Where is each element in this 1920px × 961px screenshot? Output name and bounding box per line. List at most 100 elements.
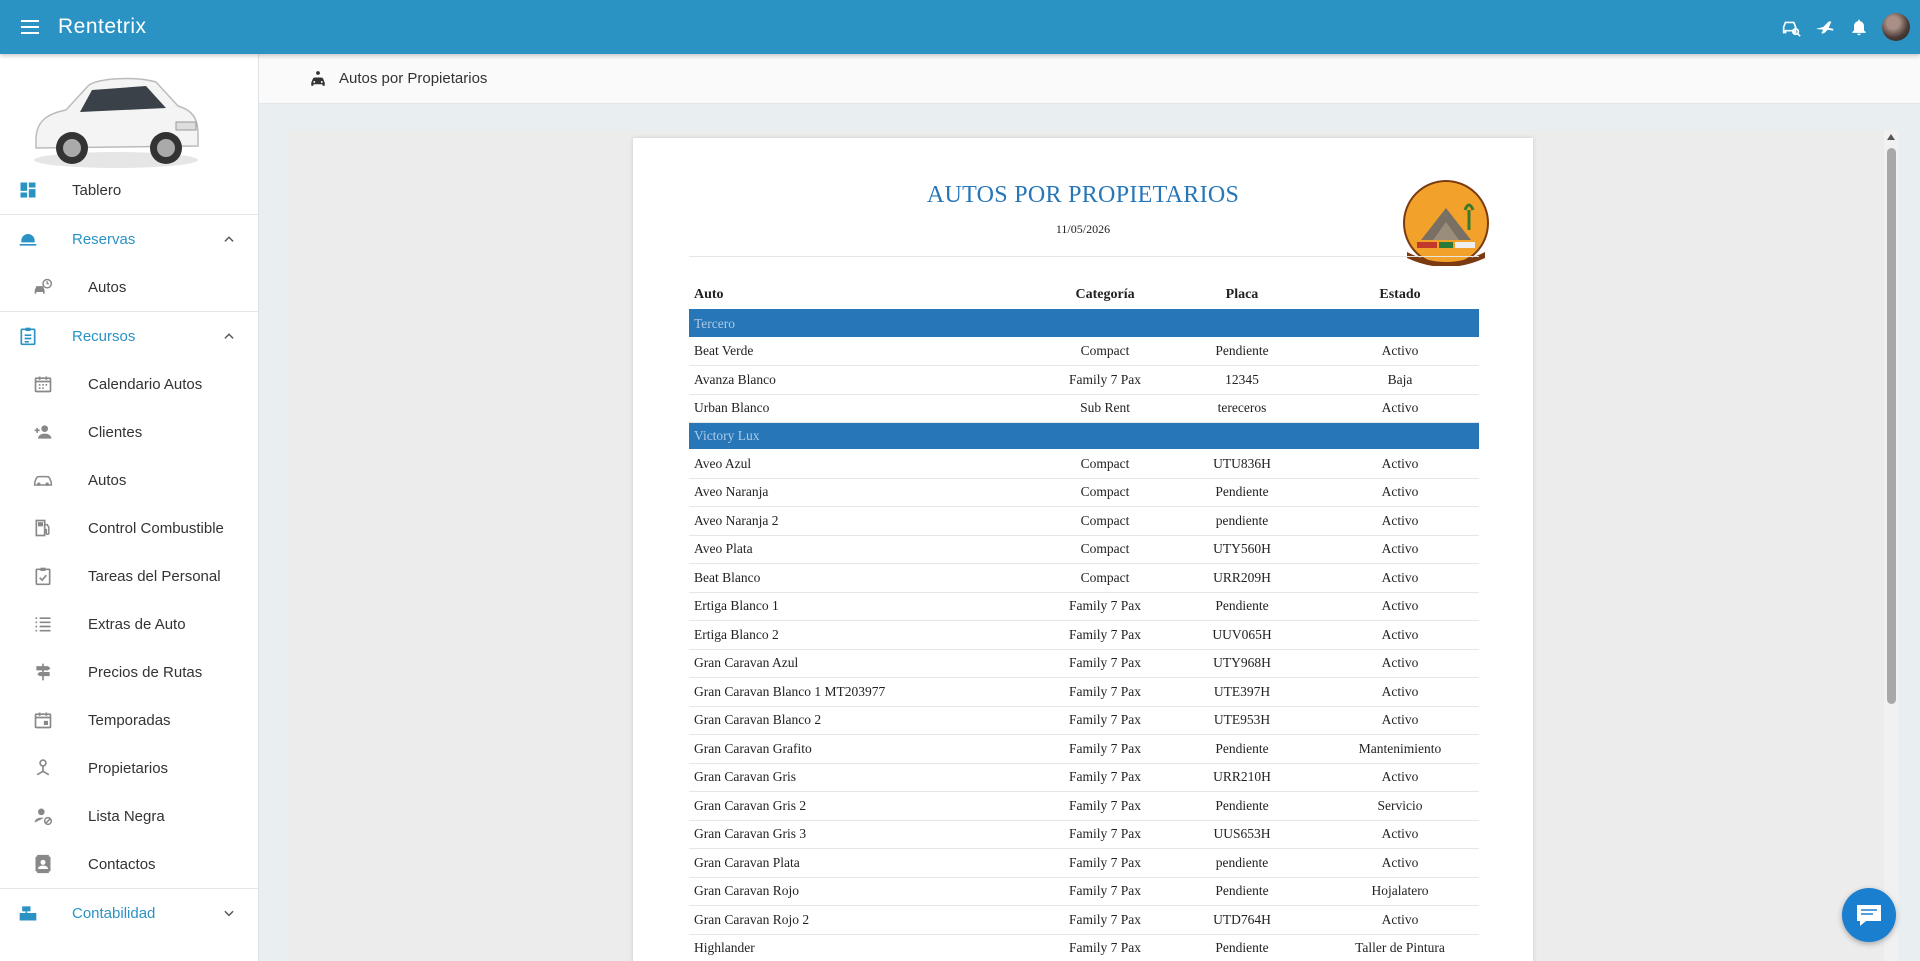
cell-placa: UTE953H xyxy=(1162,706,1321,735)
table-row: Beat Verde Compact Pendiente Activo xyxy=(689,337,1479,366)
sidebar-item-contactos[interactable]: Contactos xyxy=(0,840,258,888)
scroll-up-arrow[interactable] xyxy=(1887,134,1895,140)
cell-auto: Gran Caravan Plata xyxy=(689,848,1048,878)
calendar-event-icon xyxy=(34,712,52,729)
page-title: Autos por Propietarios xyxy=(339,70,488,87)
cell-auto: Aveo Naranja xyxy=(689,478,1048,507)
cell-categoria: Sub Rent xyxy=(1047,394,1163,423)
cell-placa: Pendiente xyxy=(1162,337,1321,366)
scroll-thumb[interactable] xyxy=(1887,148,1896,704)
report-viewer[interactable]: AUTOS POR PROPIETARIOS 11/05/2026 Auto C… xyxy=(288,130,1898,961)
chat-button[interactable] xyxy=(1842,888,1896,942)
cell-placa: UUV065H xyxy=(1162,620,1321,650)
chat-icon xyxy=(1857,905,1881,926)
sidebar-item-label: Autos xyxy=(88,471,127,489)
cell-auto: Highlander xyxy=(689,934,1048,961)
cell-estado: Hojalatero xyxy=(1320,877,1479,906)
sidebar-item-label: Precios de Rutas xyxy=(88,663,203,681)
bell-service-icon xyxy=(19,234,37,246)
cell-estado: Activo xyxy=(1320,848,1479,878)
table-row: Gran Caravan Plata Family 7 Pax pendiente A… xyxy=(689,848,1479,878)
owner-icon xyxy=(36,759,50,776)
sidebar-item-precios-de-rutas[interactable]: Precios de Rutas xyxy=(0,648,258,696)
bell-icon[interactable] xyxy=(1848,16,1870,38)
sidebar-item-calendario-autos[interactable]: Calendario Autos xyxy=(0,360,258,408)
cell-estado: Activo xyxy=(1320,620,1479,650)
cell-auto: Gran Caravan Grafito xyxy=(689,734,1048,764)
sidebar-section-recursos[interactable]: Recursos xyxy=(0,312,258,360)
table-row: Aveo Plata Compact UTY560H Activo xyxy=(689,535,1479,564)
sidebar-item-tablero[interactable]: Tablero xyxy=(0,166,258,214)
sidebar-item-propietarios[interactable]: Propietarios xyxy=(0,744,258,792)
cell-placa: UUS653H xyxy=(1162,820,1321,849)
cell-categoria: Family 7 Pax xyxy=(1047,848,1163,878)
table-row: Gran Caravan Rojo Family 7 Pax Pendiente Ho… xyxy=(689,877,1479,906)
sidebar-item-label: Clientes xyxy=(88,423,143,441)
sidebar-item-label: Lista Negra xyxy=(88,807,165,825)
clipboard-list-icon xyxy=(20,327,36,346)
sidebar-section-label: Contabilidad xyxy=(72,904,156,922)
cell-estado: Activo xyxy=(1320,394,1479,423)
cell-auto: Gran Caravan Rojo 2 xyxy=(689,905,1048,935)
cell-categoria: Family 7 Pax xyxy=(1047,649,1163,678)
cell-auto: Gran Caravan Gris 2 xyxy=(689,791,1048,821)
cell-categoria: Family 7 Pax xyxy=(1047,620,1163,650)
table-row: Aveo Azul Compact UTU836H Activo xyxy=(689,449,1479,479)
top-actions xyxy=(1780,0,1910,54)
cell-categoria: Compact xyxy=(1047,506,1163,536)
table-row: Gran Caravan Grafito Family 7 Pax Pendient… xyxy=(689,734,1479,764)
signpost-icon xyxy=(36,663,51,681)
table-header-row: Auto Categoría Placa Estado xyxy=(689,282,1479,312)
dashboard-icon xyxy=(20,182,36,198)
list-icon xyxy=(35,617,51,632)
sidebar-item-label: Calendario Autos xyxy=(88,375,203,393)
user-avatar[interactable] xyxy=(1882,13,1910,41)
sidebar-item-lista-negra[interactable]: Lista Negra xyxy=(0,792,258,840)
chevron-down-icon xyxy=(224,910,234,917)
cell-estado: Activo xyxy=(1320,820,1479,849)
cell-auto: Aveo Azul xyxy=(689,449,1048,479)
sidebar-item-autos[interactable]: Autos xyxy=(0,456,258,504)
contacts-icon xyxy=(35,854,51,874)
table-row: Gran Caravan Azul Family 7 Pax UTY968H Acti… xyxy=(689,649,1479,678)
cell-categoria: Compact xyxy=(1047,449,1163,479)
report-date: 11/05/2026 xyxy=(1055,222,1111,236)
car-icon xyxy=(33,475,53,486)
sidebar-item-label: Tablero xyxy=(72,181,122,199)
sidebar-item-clientes[interactable]: Clientes xyxy=(0,408,258,456)
cell-estado: Activo xyxy=(1320,905,1479,935)
cell-placa: pendiente xyxy=(1162,848,1321,878)
cell-placa: Pendiente xyxy=(1162,478,1321,507)
cell-auto: Gran Caravan Blanco 2 xyxy=(689,706,1048,735)
car-search-icon[interactable] xyxy=(1780,16,1802,38)
sidebar-item-label: Propietarios xyxy=(88,759,169,777)
cell-categoria: Family 7 Pax xyxy=(1047,365,1163,395)
menu-icon[interactable] xyxy=(18,15,42,39)
cell-auto: Gran Caravan Rojo xyxy=(689,877,1048,906)
sidebar-item-control-combustible[interactable]: Control Combustible xyxy=(0,504,258,552)
cell-categoria: Family 7 Pax xyxy=(1047,791,1163,821)
sidebar-item-temporadas[interactable]: Temporadas xyxy=(0,696,258,744)
cell-auto: Avanza Blanco xyxy=(689,365,1048,395)
sidebar-section-label: Recursos xyxy=(72,327,136,345)
sidebar-section-contabilidad[interactable]: Contabilidad xyxy=(0,889,258,937)
group-header-row: Victory Lux xyxy=(689,422,1479,450)
sidebar-item-reservas-autos[interactable]: Autos xyxy=(0,263,258,311)
viewer-scrollbar[interactable] xyxy=(1884,130,1898,961)
car-owner-icon xyxy=(311,70,325,86)
cell-estado: Activo xyxy=(1320,563,1479,593)
cell-categoria: Family 7 Pax xyxy=(1047,734,1163,764)
cell-categoria: Family 7 Pax xyxy=(1047,592,1163,621)
person-block-icon xyxy=(34,808,53,826)
sidebar-item-label: Control Combustible xyxy=(88,519,224,537)
table-row: Urban Blanco Sub Rent tereceros Activo xyxy=(689,394,1479,423)
cell-placa: URR209H xyxy=(1162,563,1321,593)
sidebar-item-label: Contactos xyxy=(88,855,156,873)
sidebar-item-tareas-del-personal[interactable]: Tareas del Personal xyxy=(0,552,258,600)
plane-icon[interactable] xyxy=(1814,16,1836,38)
table-row: Gran Caravan Blanco 2 Family 7 Pax UTE953H… xyxy=(689,706,1479,735)
column-header-auto: Auto xyxy=(689,282,1048,312)
car-logo xyxy=(0,54,258,168)
sidebar-section-reservas[interactable]: Reservas xyxy=(0,215,258,263)
sidebar-item-extras-de-auto[interactable]: Extras de Auto xyxy=(0,600,258,648)
